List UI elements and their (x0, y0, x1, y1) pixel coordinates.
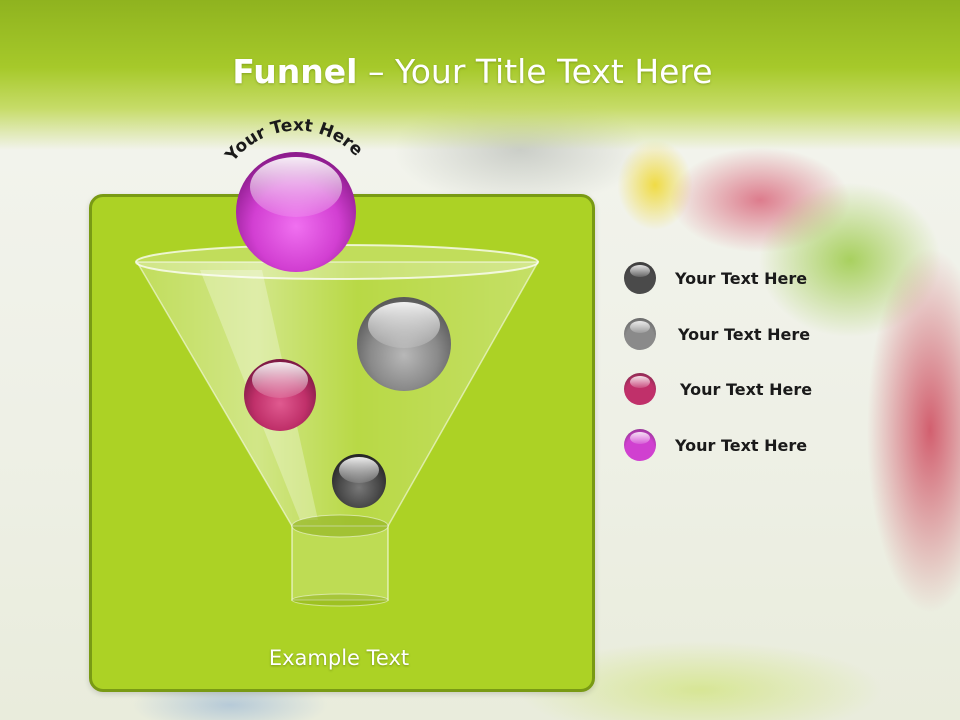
legend-item-3[interactable]: Your Text Here (624, 373, 864, 413)
pink-sphere[interactable] (236, 152, 356, 272)
legend-sphere-icon (624, 429, 656, 461)
spout-top (291, 514, 389, 538)
legend-label: Your Text Here (678, 325, 811, 344)
legend-item-4[interactable]: Your Text Here (624, 429, 864, 469)
example-text[interactable]: Example Text (89, 646, 589, 670)
legend-item-1[interactable]: Your Text Here (624, 262, 864, 302)
funnel-diagram: Your Text Here (135, 115, 540, 607)
legend-sphere-icon (624, 262, 656, 294)
spout-bottom (291, 593, 389, 607)
rose-sphere[interactable] (244, 359, 316, 431)
legend-label: Your Text Here (675, 269, 808, 288)
legend-sphere-icon (624, 318, 656, 350)
gray-sphere[interactable] (357, 297, 451, 391)
dark-sphere[interactable] (332, 454, 386, 508)
slide: Funnel – Your Title Text Here Your Text … (0, 0, 960, 720)
legend-sphere-icon (624, 373, 656, 405)
legend-label: Your Text Here (675, 436, 808, 455)
legend-item-2[interactable]: Your Text Here (624, 318, 864, 358)
legend-label: Your Text Here (680, 380, 813, 399)
